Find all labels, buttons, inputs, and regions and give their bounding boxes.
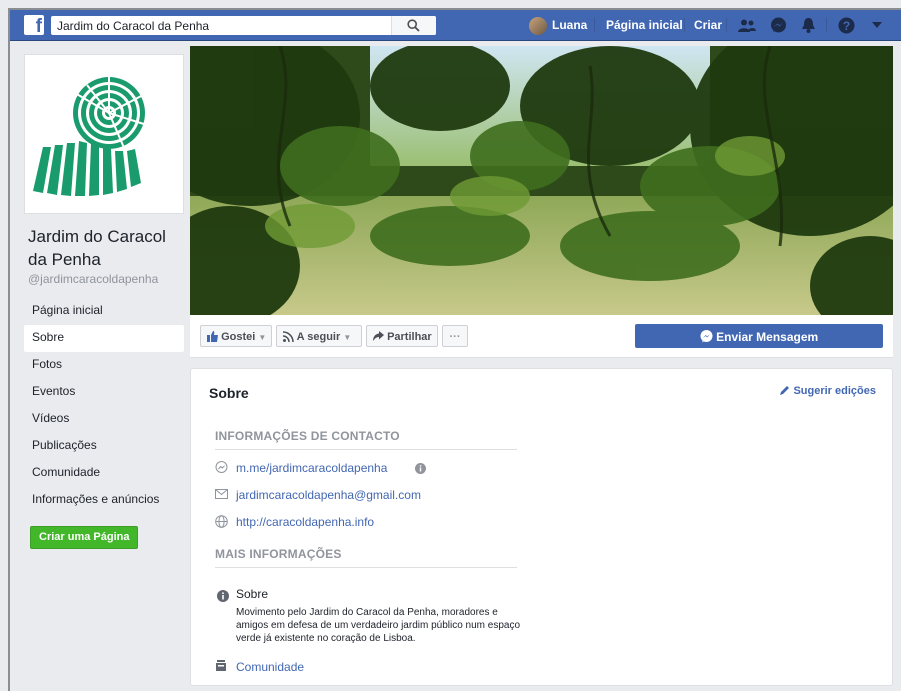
website-link[interactable]: http://caracoldapenha.info (236, 513, 374, 531)
sidebar-item-events[interactable]: Eventos (24, 379, 184, 406)
messenger-icon (215, 461, 228, 473)
share-icon (373, 331, 384, 341)
sidebar-item-home[interactable]: Página inicial (24, 298, 184, 325)
send-message-button[interactable]: Enviar Mensagem (635, 324, 883, 348)
community-icon (216, 660, 226, 671)
nav-home-link[interactable]: Página inicial (606, 10, 683, 40)
page-title: Jardim do Caracol da Penha (28, 227, 166, 269)
search-icon (407, 19, 420, 32)
page-handle[interactable]: @jardimcaracoldapenha (28, 272, 158, 286)
nav-create-link[interactable]: Criar (694, 10, 722, 40)
email-link[interactable]: jardimcaracoldapenha@gmail.com (236, 486, 421, 504)
rss-icon (283, 331, 294, 342)
cover-photo[interactable] (190, 46, 893, 315)
svg-text:?: ? (843, 19, 850, 33)
envelope-icon (215, 489, 228, 499)
page-action-bar: Gostei ▼ A seguir ▼ Partilhar ··· Enviar… (190, 315, 893, 358)
sidebar-item-about[interactable]: Sobre (24, 325, 184, 352)
caret-down-icon: ▼ (258, 333, 267, 342)
about-card: Sobre Sugerir edições INFORMAÇÕES DE CON… (190, 368, 893, 686)
divider (215, 567, 517, 568)
cover-photo-image (190, 46, 893, 315)
about-subheading: Sobre (236, 587, 269, 601)
community-link[interactable]: Comunidade (236, 658, 304, 676)
pencil-icon (780, 386, 790, 395)
share-button-label: Partilhar (387, 331, 432, 343)
caret-down-icon: ▼ (343, 333, 352, 342)
sidebar-item-posts[interactable]: Publicações (24, 433, 184, 460)
about-card-title: Sobre (209, 385, 249, 401)
search-input[interactable] (57, 16, 397, 35)
sidebar-item-info-and-ads[interactable]: Informações e anúncios (24, 487, 184, 514)
follow-button-label: A seguir (296, 331, 341, 343)
snail-shell-logo-icon (33, 75, 148, 196)
messenger-icon (700, 330, 713, 343)
nav-divider (726, 18, 727, 32)
like-icon (207, 331, 218, 342)
about-description: Movimento pelo Jardim do Caracol da Penh… (236, 607, 521, 644)
suggest-edits-label: Sugerir edições (793, 385, 876, 397)
sidebar-item-community[interactable]: Comunidade (24, 460, 184, 487)
info-icon (217, 590, 229, 602)
search-box[interactable] (51, 16, 436, 35)
create-page-button[interactable]: Criar uma Página (30, 526, 139, 549)
follow-button[interactable]: A seguir ▼ (276, 325, 362, 347)
more-info-heading: MAIS INFORMAÇÕES (215, 547, 342, 561)
nav-divider (684, 18, 685, 32)
sidebar-item-videos[interactable]: Vídeos (24, 406, 184, 433)
help-icon[interactable]: ? (838, 17, 855, 34)
notifications-icon[interactable] (801, 17, 816, 34)
like-button-label: Gostei (221, 331, 256, 343)
nav-divider (826, 18, 827, 32)
messenger-link[interactable]: m.me/jardimcaracoldapenha (236, 459, 387, 477)
nav-user-name[interactable]: Luana (552, 10, 587, 40)
search-button[interactable] (391, 16, 436, 35)
friends-icon[interactable] (738, 19, 756, 32)
suggest-edits-link[interactable]: Sugerir edições (780, 385, 876, 397)
nav-divider (594, 18, 595, 32)
send-message-label: Enviar Mensagem (716, 330, 819, 344)
divider (215, 449, 517, 450)
messenger-icon[interactable] (770, 17, 787, 34)
like-button[interactable]: Gostei ▼ (200, 325, 272, 347)
share-button[interactable]: Partilhar (366, 325, 438, 347)
browser-frame: f Luana Página inicial Criar ? (8, 8, 901, 691)
facebook-logo-icon[interactable]: f (24, 15, 44, 35)
page-sidebar-menu: Página inicial Sobre Fotos Eventos Vídeo… (24, 298, 184, 514)
more-options-button[interactable]: ··· (442, 325, 468, 347)
avatar[interactable] (529, 17, 547, 35)
info-icon[interactable] (415, 463, 426, 474)
globe-icon (215, 515, 228, 528)
profile-picture[interactable] (24, 54, 184, 214)
sidebar-item-photos[interactable]: Fotos (24, 352, 184, 379)
top-navigation-bar: f Luana Página inicial Criar ? (10, 10, 901, 41)
caret-down-icon[interactable] (872, 22, 882, 28)
contact-info-heading: INFORMAÇÕES DE CONTACTO (215, 429, 400, 443)
